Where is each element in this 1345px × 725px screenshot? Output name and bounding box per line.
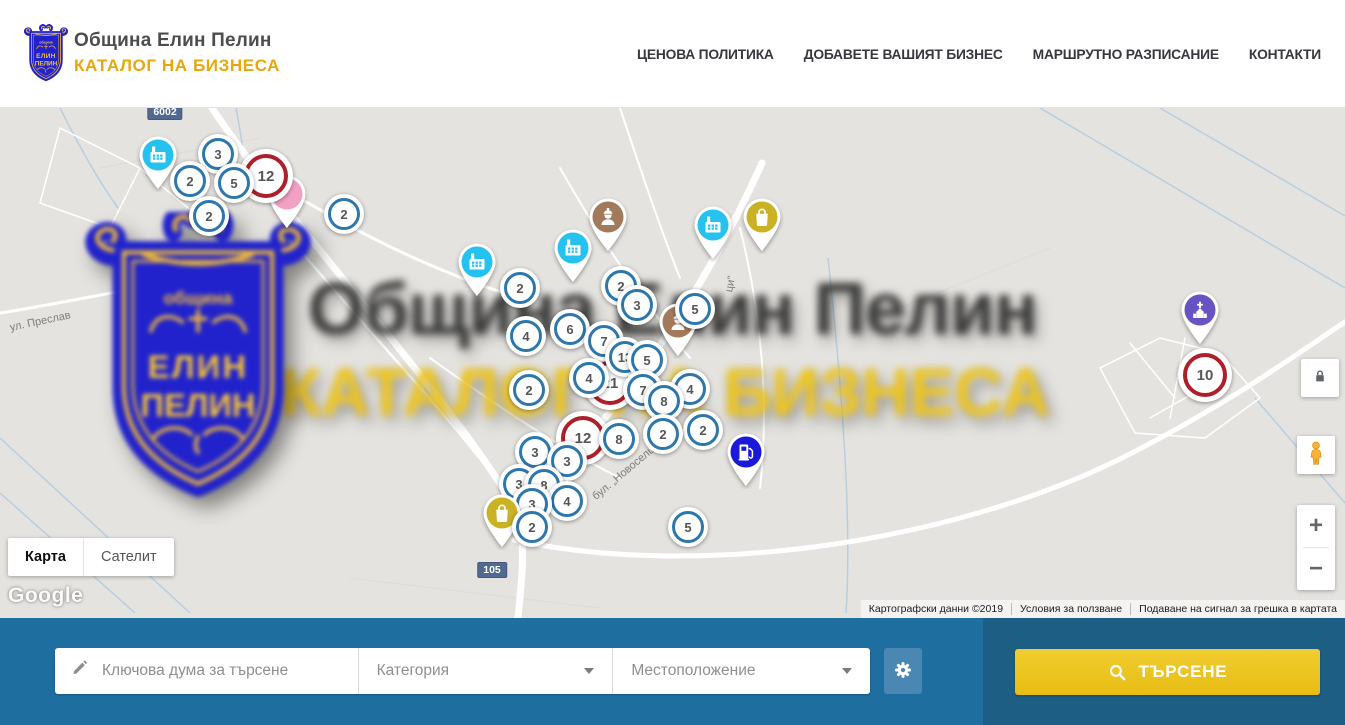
map-pin-factory[interactable] [550, 227, 596, 285]
municipality-crest-logo[interactable]: община ЕЛИН ПЕЛИН [24, 24, 68, 84]
site-title: Община Елин Пелин [74, 30, 280, 52]
map-lock-control[interactable] [1301, 359, 1339, 397]
map-cluster-marker[interactable]: 3 [617, 285, 657, 325]
attribution-link[interactable]: Условия за ползване [1012, 603, 1130, 615]
search-button-label: ТЪРСЕНЕ [1139, 662, 1228, 682]
map-pin-fuel[interactable] [723, 431, 769, 489]
map-pin-factory[interactable] [454, 241, 500, 299]
chevron-down-icon [842, 668, 852, 674]
map-cluster-marker[interactable]: 4 [506, 316, 546, 356]
nav-item-add-business[interactable]: ДОБАВЕТЕ ВАШИЯТ БИЗНЕС [804, 47, 1003, 62]
map-cluster-marker[interactable]: 4 [547, 481, 587, 521]
map-type-map[interactable]: Карта [8, 538, 83, 576]
search-bar: Категория Местоположение [0, 618, 1345, 725]
magnifier-icon [1108, 663, 1127, 682]
map-cluster-marker[interactable]: 5 [675, 289, 715, 329]
map-type-satellite[interactable]: Сателит [84, 538, 174, 576]
location-select[interactable]: Местоположение [613, 648, 870, 694]
map-cluster-marker[interactable]: 2 [683, 410, 723, 450]
map-type-control: КартаСателит [8, 538, 174, 576]
crest-top-word: община [39, 40, 53, 44]
attribution-copyright: Картографски данни ©2019 [861, 603, 1011, 615]
cluster-count: 2 [516, 511, 548, 543]
search-fields: Категория Местоположение [55, 648, 870, 694]
watermark-crest: община ЕЛИН ПЕЛИН [84, 212, 312, 504]
map-cluster-marker[interactable]: 4 [569, 358, 609, 398]
road-badge: 105 [477, 562, 507, 578]
page: община ЕЛИН ПЕЛИН Община Елин Пелин КАТА… [0, 0, 1345, 725]
cluster-count: 2 [647, 418, 679, 450]
header: община ЕЛИН ПЕЛИН Община Елин Пелин КАТА… [0, 0, 1345, 108]
cluster-count: 3 [621, 289, 653, 321]
category-select[interactable]: Категория [359, 648, 613, 694]
map-cluster-marker[interactable]: 5 [214, 163, 254, 203]
cluster-count: 4 [510, 320, 542, 352]
crest-name-line2: ПЕЛИН [35, 60, 58, 67]
map-cluster-marker[interactable]: 2 [512, 507, 552, 547]
road-badge: 6002 [147, 108, 182, 120]
map-cluster-marker[interactable]: 2 [643, 414, 683, 454]
map-cluster-marker[interactable]: 2 [500, 268, 540, 308]
chevron-down-icon [584, 668, 594, 674]
map-cluster-marker[interactable]: 2 [324, 194, 364, 234]
cluster-count: 2 [687, 414, 719, 446]
attribution-link[interactable]: Подаване на сигнал за грешка в картата [1131, 603, 1345, 615]
map-cluster-marker[interactable]: 2 [170, 161, 210, 201]
cluster-count: 5 [218, 167, 250, 199]
logo-text[interactable]: Община Елин Пелин КАТАЛОГ НА БИЗНЕСА [74, 30, 280, 76]
map-cluster-marker[interactable]: 2 [189, 196, 229, 236]
crest-top-word: община [163, 288, 233, 308]
cluster-count: 2 [513, 374, 545, 406]
crest-name-line1: ЕЛИН [148, 349, 248, 385]
map-attribution: Картографски данни ©2019Условия за ползв… [861, 600, 1345, 618]
cluster-count: 4 [551, 485, 583, 517]
lock-icon [1310, 366, 1330, 391]
cluster-count: 5 [672, 511, 704, 543]
zoom-control: + − [1297, 505, 1335, 590]
google-map[interactable]: Община Елин Пелин КАТАЛОГ НА БИЗНЕСА общ… [0, 108, 1345, 618]
keyword-zone [55, 648, 358, 694]
map-cluster-marker[interactable]: 8 [599, 419, 639, 459]
cluster-count: 2 [504, 272, 536, 304]
street-view-pegman[interactable] [1297, 436, 1335, 474]
cluster-count: 2 [174, 165, 206, 197]
nav-item-pricing[interactable]: ЦЕНОВА ПОЛИТИКА [637, 47, 774, 62]
cluster-count: 2 [193, 200, 225, 232]
location-select-value: Местоположение [631, 662, 755, 680]
cluster-count: 10 [1183, 353, 1227, 397]
cluster-count: 8 [603, 423, 635, 455]
advanced-settings-button[interactable] [884, 648, 922, 694]
crest-name-line2: ПЕЛИН [141, 387, 256, 423]
zoom-in-button[interactable]: + [1297, 505, 1335, 547]
category-select-value: Категория [377, 662, 449, 680]
gear-icon [893, 660, 913, 683]
map-pin-factory[interactable] [690, 204, 736, 262]
main-nav: ЦЕНОВА ПОЛИТИКА ДОБАВЕТЕ ВАШИЯТ БИЗНЕС МАР… [637, 0, 1321, 108]
map-cluster-marker[interactable]: 10 [1178, 348, 1232, 402]
map-pin-church[interactable] [1177, 289, 1223, 347]
pencil-icon [71, 659, 90, 683]
map-cluster-marker[interactable]: 5 [668, 507, 708, 547]
map-cluster-marker[interactable]: 2 [509, 370, 549, 410]
site-subtitle: КАТАЛОГ НА БИЗНЕСА [74, 56, 280, 76]
nav-item-contacts[interactable]: КОНТАКТИ [1249, 47, 1321, 62]
cluster-count: 6 [554, 313, 586, 345]
pegman-icon [1303, 440, 1329, 471]
map-pin-shopping-bag[interactable] [739, 196, 785, 254]
cluster-count: 4 [573, 362, 605, 394]
zoom-out-button[interactable]: − [1297, 548, 1335, 590]
keyword-search-input[interactable] [102, 662, 342, 680]
cluster-count: 5 [679, 293, 711, 325]
google-logo[interactable]: Google [8, 584, 83, 608]
nav-item-route-schedule[interactable]: МАРШРУТНО РАЗПИСАНИЕ [1033, 47, 1219, 62]
cluster-count: 8 [648, 385, 680, 417]
crest-name-line1: ЕЛИН [36, 53, 56, 60]
search-button[interactable]: ТЪРСЕНЕ [1015, 649, 1320, 695]
cluster-count: 2 [328, 198, 360, 230]
